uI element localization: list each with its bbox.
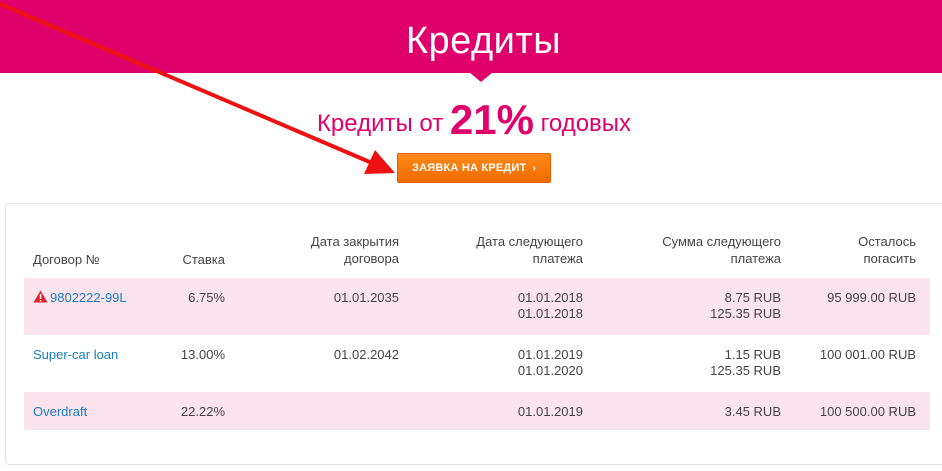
red-arrow-annotation [0, 2, 395, 174]
arrow-shaft [0, 2, 374, 165]
